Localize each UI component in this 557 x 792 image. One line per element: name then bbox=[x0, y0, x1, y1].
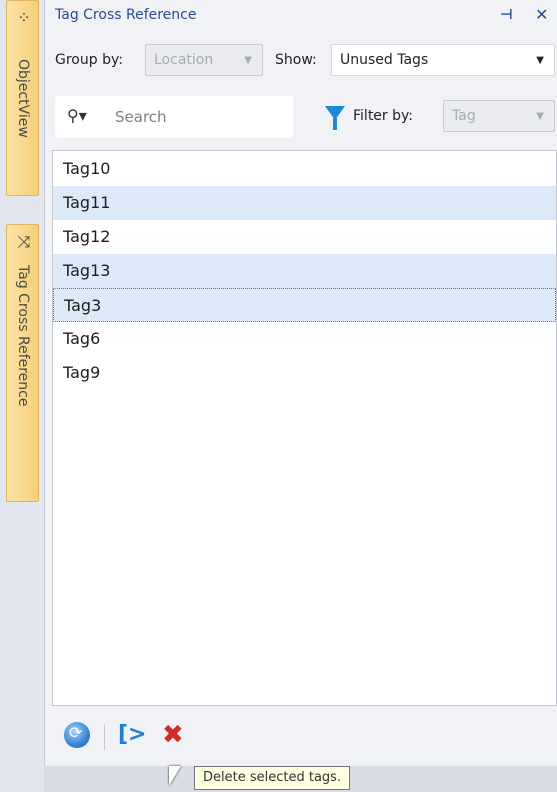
group-by-label: Group by: bbox=[55, 52, 123, 68]
tag-list[interactable]: Tag10 Tag11 Tag12 Tag13 Tag3 Tag6 Tag9 bbox=[52, 150, 557, 706]
list-item-label: Tag11 bbox=[63, 193, 111, 212]
list-item[interactable]: Tag6 bbox=[53, 322, 556, 356]
search-icon[interactable]: ⚲▾ bbox=[67, 106, 87, 125]
list-item-label: Tag13 bbox=[63, 261, 111, 280]
delete-tooltip: Delete selected tags. bbox=[194, 766, 351, 790]
list-item[interactable]: Tag12 bbox=[53, 220, 556, 254]
close-icon[interactable]: ✕ bbox=[535, 5, 548, 24]
list-item[interactable]: Tag3 bbox=[53, 288, 556, 322]
refresh-icon[interactable] bbox=[64, 722, 90, 748]
list-item[interactable]: Tag10 bbox=[53, 152, 556, 186]
dock-tab-objectview[interactable]: ⁘ ObjectView bbox=[6, 0, 39, 196]
list-item[interactable]: Tag9 bbox=[53, 356, 556, 390]
group-show-row: Group by: Location ▼ Show: Unused Tags ▼ bbox=[45, 42, 557, 80]
object-view-icon: ⁘ bbox=[17, 8, 31, 27]
dock-tab-label: Tag Cross Reference bbox=[14, 265, 31, 407]
list-item-label: Tag12 bbox=[63, 227, 111, 246]
show-value: Unused Tags bbox=[340, 52, 429, 68]
group-by-value: Location bbox=[154, 52, 214, 68]
filter-icon bbox=[325, 106, 345, 130]
pin-icon[interactable]: ⊣ bbox=[500, 7, 513, 23]
show-select[interactable]: Unused Tags ▼ bbox=[331, 44, 555, 76]
dock-strip: ⁘ ObjectView ⤨ Tag Cross Reference bbox=[0, 0, 44, 792]
search-box[interactable]: ⚲▾ Search bbox=[55, 96, 293, 138]
list-item[interactable]: Tag13 bbox=[53, 254, 556, 288]
list-item-label: Tag10 bbox=[63, 159, 111, 178]
tooltip-text: Delete selected tags. bbox=[203, 770, 342, 785]
group-by-select[interactable]: Location ▼ bbox=[145, 44, 263, 76]
filter-by-label: Filter by: bbox=[353, 108, 413, 124]
mouse-cursor-icon bbox=[169, 766, 181, 786]
export-icon[interactable]: [> bbox=[118, 722, 147, 748]
filter-by-value: Tag bbox=[452, 108, 476, 124]
delete-icon[interactable]: ✖ bbox=[162, 722, 188, 748]
chevron-down-icon: ▼ bbox=[244, 55, 252, 66]
toolbar-divider bbox=[104, 724, 105, 750]
panel-titlebar: Tag Cross Reference ⊣ ✕ bbox=[45, 0, 557, 34]
list-item-label: Tag6 bbox=[63, 329, 101, 348]
dock-tab-label: ObjectView bbox=[14, 59, 31, 138]
cross-reference-icon: ⤨ bbox=[17, 232, 31, 251]
list-item-label: Tag9 bbox=[63, 363, 101, 382]
panel-title: Tag Cross Reference bbox=[55, 7, 197, 23]
list-item[interactable]: Tag11 bbox=[53, 186, 556, 220]
show-label: Show: bbox=[275, 52, 317, 68]
dock-tab-tag-cross-reference[interactable]: ⤨ Tag Cross Reference bbox=[6, 224, 39, 502]
search-placeholder: Search bbox=[115, 108, 167, 126]
filter-by-select[interactable]: Tag ▼ bbox=[443, 100, 555, 132]
chevron-down-icon: ▼ bbox=[536, 55, 544, 66]
chevron-down-icon: ▼ bbox=[536, 111, 544, 122]
tag-cross-reference-panel: Tag Cross Reference ⊣ ✕ Group by: Locati… bbox=[44, 0, 557, 766]
list-item-label: Tag3 bbox=[64, 296, 102, 315]
bottom-toolbar: [> ✖ bbox=[52, 712, 557, 762]
